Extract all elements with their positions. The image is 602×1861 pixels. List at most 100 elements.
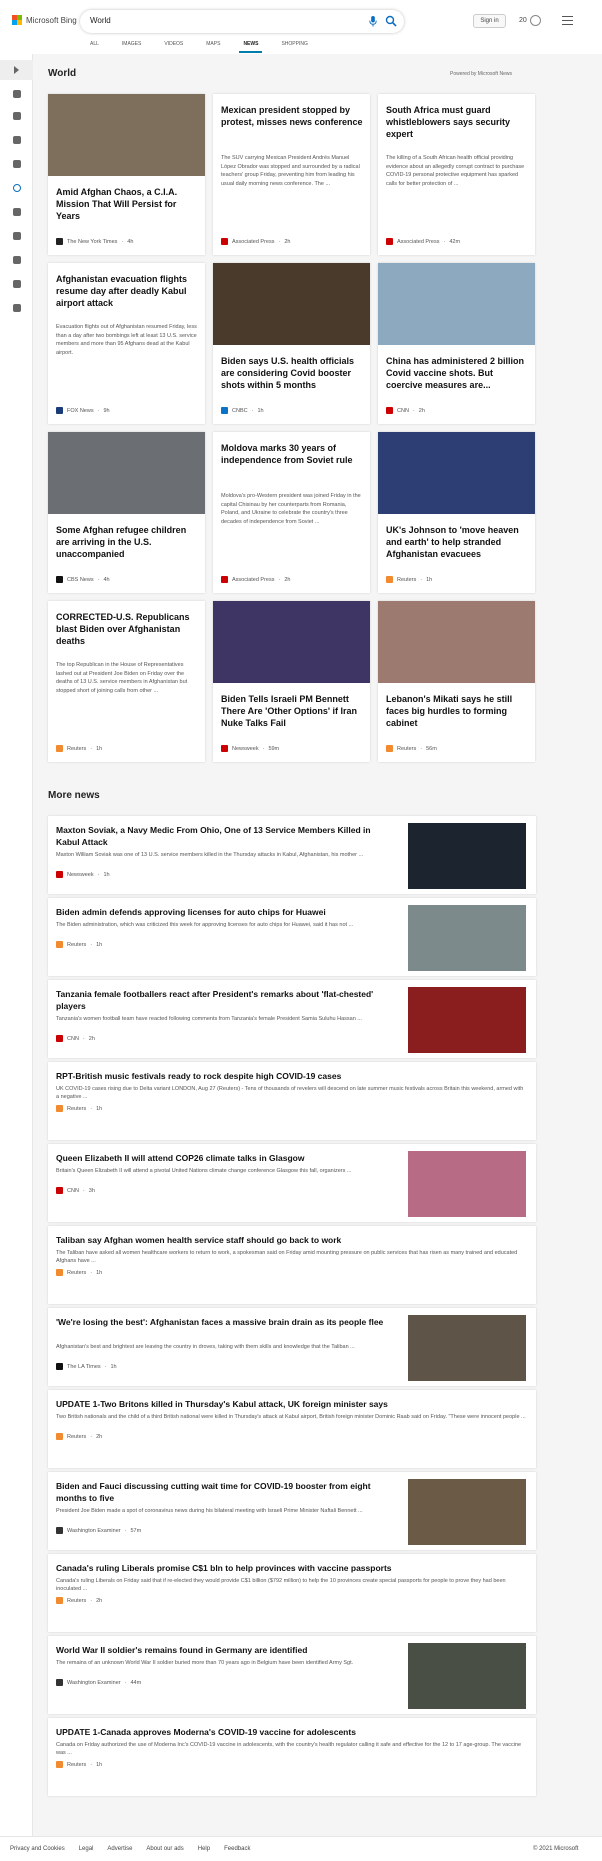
news-card-image	[378, 263, 535, 345]
more-news-image	[408, 1315, 526, 1381]
tab-all[interactable]: ALL	[90, 41, 110, 53]
more-news-title[interactable]: Biden admin defends approving licenses f…	[56, 906, 396, 918]
separator: ·	[124, 1527, 127, 1534]
politics-icon[interactable]	[0, 274, 33, 294]
more-news-item[interactable]: UPDATE 1-Two Britons killed in Thursday'…	[48, 1390, 536, 1468]
more-news-title[interactable]: UPDATE 1-Two Britons killed in Thursday'…	[56, 1398, 526, 1410]
travel-icon[interactable]	[0, 226, 33, 246]
search-box[interactable]	[80, 10, 404, 33]
tab-images[interactable]: IMAGES	[122, 41, 152, 53]
footer-link-feedback[interactable]: Feedback	[224, 1846, 250, 1852]
sign-in-button[interactable]: Sign in	[473, 14, 506, 28]
more-news-source: Washington Examiner · 44m	[56, 1679, 141, 1686]
microphone-icon[interactable]	[368, 16, 378, 27]
menu-icon[interactable]	[562, 16, 573, 28]
more-news-title[interactable]: World War II soldier's remains found in …	[56, 1644, 396, 1656]
news-card-title[interactable]: Lebanon's Mikati says he still faces big…	[386, 693, 528, 729]
news-card[interactable]: Biden Tells Israeli PM Bennett There Are…	[213, 601, 370, 762]
footer-link-advertise[interactable]: Advertise	[107, 1846, 132, 1852]
news-card-image	[378, 432, 535, 514]
more-news-title[interactable]: Maxton Soviak, a Navy Medic From Ohio, O…	[56, 824, 396, 848]
more-news-item[interactable]: Taliban say Afghan women health service …	[48, 1226, 536, 1304]
location-icon[interactable]	[0, 154, 33, 174]
more-news-item[interactable]: Biden and Fauci discussing cutting wait …	[48, 1472, 536, 1550]
more-news-item[interactable]: Maxton Soviak, a Navy Medic From Ohio, O…	[48, 816, 536, 894]
news-card[interactable]: Amid Afghan Chaos, a C.I.A. Mission That…	[48, 94, 205, 255]
globe-icon[interactable]	[0, 178, 33, 198]
expand-icon[interactable]	[0, 60, 33, 80]
bing-logo[interactable]: Microsoft Bing	[12, 15, 77, 25]
search-icon[interactable]	[385, 15, 397, 27]
science-icon[interactable]	[0, 202, 33, 222]
news-card-title[interactable]: Biden says U.S. health officials are con…	[221, 355, 363, 391]
flag-icon[interactable]	[0, 130, 33, 150]
footer-link-legal[interactable]: Legal	[79, 1846, 94, 1852]
tab-maps[interactable]: MAPS	[206, 41, 231, 53]
more-news-title[interactable]: Biden and Fauci discussing cutting wait …	[56, 1480, 396, 1504]
source-name: Reuters	[67, 1105, 87, 1112]
news-card-title[interactable]: South Africa must guard whistleblowers s…	[386, 104, 528, 140]
news-card[interactable]: Lebanon's Mikati says he still faces big…	[378, 601, 535, 762]
footer-link-about-our-ads[interactable]: About our ads	[146, 1846, 183, 1852]
publish-time: 2h	[284, 576, 291, 583]
news-card[interactable]: China has administered 2 billion Covid v…	[378, 263, 535, 424]
news-card-image	[48, 94, 205, 176]
more-news-title[interactable]: 'We're losing the best': Afghanistan fac…	[56, 1316, 396, 1328]
news-card-title[interactable]: UK's Johnson to 'move heaven and earth' …	[386, 524, 528, 560]
powered-by[interactable]: Powered by Microsoft News	[450, 71, 512, 77]
news-card-title[interactable]: Mexican president stopped by protest, mi…	[221, 104, 363, 128]
more-news-item[interactable]: World War II soldier's remains found in …	[48, 1636, 536, 1714]
more-news-title[interactable]: UPDATE 1-Canada approves Moderna's COVID…	[56, 1726, 526, 1738]
news-card[interactable]: Mexican president stopped by protest, mi…	[213, 94, 370, 255]
entertainment-icon[interactable]	[0, 250, 33, 270]
news-card[interactable]: CORRECTED-U.S. Republicans blast Biden o…	[48, 601, 205, 762]
separator: ·	[97, 407, 100, 414]
search-input[interactable]	[90, 16, 350, 25]
news-card-title[interactable]: Amid Afghan Chaos, a C.I.A. Mission That…	[56, 186, 198, 222]
money-icon[interactable]	[0, 298, 33, 318]
news-card[interactable]: UK's Johnson to 'move heaven and earth' …	[378, 432, 535, 593]
news-card-source: The New York Times · 4h	[56, 238, 133, 245]
home-icon[interactable]	[0, 84, 33, 104]
publish-time: 9h	[103, 407, 110, 414]
tab-news[interactable]: NEWS	[239, 41, 269, 53]
news-card-title[interactable]: Afghanistan evacuation flights resume da…	[56, 273, 198, 309]
more-news-title[interactable]: Taliban say Afghan women health service …	[56, 1234, 526, 1246]
more-news-item[interactable]: 'We're losing the best': Afghanistan fac…	[48, 1308, 536, 1386]
publish-time: 44m	[130, 1679, 142, 1686]
separator: ·	[104, 1363, 107, 1370]
separator: ·	[251, 407, 254, 414]
more-news-item[interactable]: UPDATE 1-Canada approves Moderna's COVID…	[48, 1718, 536, 1796]
top-header: Microsoft Bing ALL IMAGES VIDEOS MAPS NEWS SH…	[0, 0, 602, 54]
news-card[interactable]: Moldova marks 30 years of independence f…	[213, 432, 370, 593]
footer-link-privacy-and-cookies[interactable]: Privacy and Cookies	[10, 1846, 65, 1852]
rewards-button[interactable]: 20	[519, 15, 541, 26]
more-news-source: CNN · 2h	[56, 1035, 95, 1042]
news-card-title[interactable]: Some Afghan refugee children are arrivin…	[56, 524, 198, 560]
more-news-item[interactable]: Queen Elizabeth II will attend COP26 cli…	[48, 1144, 536, 1222]
logo-text: Microsoft Bing	[26, 15, 77, 25]
news-card[interactable]: Afghanistan evacuation flights resume da…	[48, 263, 205, 424]
news-card[interactable]: Biden says U.S. health officials are con…	[213, 263, 370, 424]
more-news-title[interactable]: Tanzania female footballers react after …	[56, 988, 396, 1012]
sports-icon[interactable]	[0, 106, 33, 126]
more-news-item[interactable]: Canada's ruling Liberals promise C$1 bln…	[48, 1554, 536, 1632]
news-card[interactable]: South Africa must guard whistleblowers s…	[378, 94, 535, 255]
footer: Privacy and Cookies Legal Advertise About o…	[0, 1836, 602, 1861]
news-card[interactable]: Some Afghan refugee children are arrivin…	[48, 432, 205, 593]
more-news-item[interactable]: RPT-British music festivals ready to roc…	[48, 1062, 536, 1140]
footer-link-help[interactable]: Help	[198, 1846, 210, 1852]
news-card-title[interactable]: Moldova marks 30 years of independence f…	[221, 442, 363, 466]
more-news-item[interactable]: Tanzania female footballers react after …	[48, 980, 536, 1058]
tab-shopping[interactable]: SHOPPING	[281, 41, 318, 53]
tab-videos[interactable]: VIDEOS	[164, 41, 194, 53]
more-news-title[interactable]: RPT-British music festivals ready to roc…	[56, 1070, 526, 1082]
news-card-title[interactable]: China has administered 2 billion Covid v…	[386, 355, 528, 391]
more-news-title[interactable]: Queen Elizabeth II will attend COP26 cli…	[56, 1152, 396, 1164]
more-news-title[interactable]: Canada's ruling Liberals promise C$1 bln…	[56, 1562, 526, 1574]
news-card-title[interactable]: Biden Tells Israeli PM Bennett There Are…	[221, 693, 363, 729]
more-news-item[interactable]: Biden admin defends approving licenses f…	[48, 898, 536, 976]
source-name: Reuters	[67, 1761, 87, 1768]
news-card-title[interactable]: CORRECTED-U.S. Republicans blast Biden o…	[56, 611, 198, 647]
more-news-snippet: The remains of an unknown World War II s…	[56, 1660, 354, 1666]
